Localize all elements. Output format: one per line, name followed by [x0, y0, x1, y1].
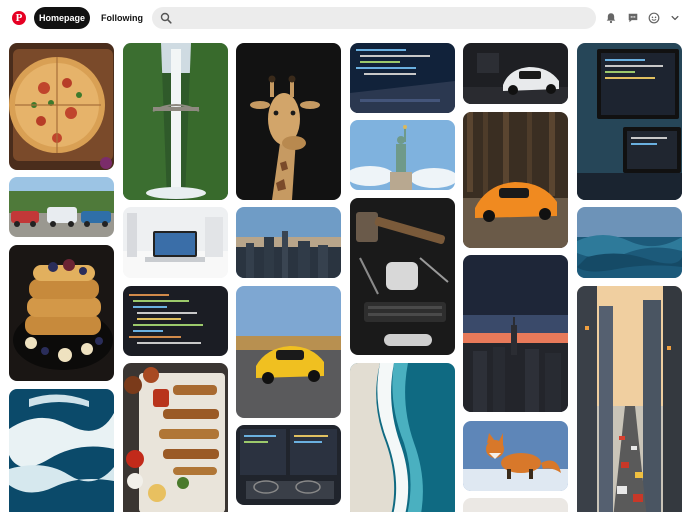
pin-city-sunset[interactable]	[463, 255, 568, 412]
pin-statue-of-liberty[interactable]	[350, 120, 455, 190]
pin-pizza[interactable]	[9, 43, 114, 170]
pin-french-toast[interactable]	[9, 245, 114, 381]
pin-fox-snow[interactable]	[463, 421, 568, 491]
pin-keyboard-code[interactable]	[350, 43, 455, 113]
pin-food-platter[interactable]	[123, 363, 228, 512]
pin-city-dusk[interactable]	[236, 207, 341, 278]
pin-city-street[interactable]	[577, 286, 682, 512]
pin-tools-desk[interactable]	[350, 198, 455, 355]
pin-waterfall[interactable]	[123, 43, 228, 200]
pin-desk-laptop[interactable]	[123, 207, 228, 278]
pin-computer-monitors[interactable]	[577, 43, 682, 200]
pin-ocean-wave[interactable]	[577, 207, 682, 278]
pin-partial-bottom[interactable]	[463, 498, 568, 512]
pin-yellow-car[interactable]	[236, 286, 341, 418]
pin-aerial-beach[interactable]	[350, 363, 455, 512]
pin-white-car-night[interactable]	[463, 43, 568, 104]
pin-feed	[0, 0, 688, 512]
pin-giraffe[interactable]	[236, 43, 341, 200]
pin-vintage-cars[interactable]	[9, 177, 114, 237]
pin-ocean-waves-aerial[interactable]	[9, 389, 114, 512]
pin-laptop-code[interactable]	[236, 425, 341, 505]
pin-code-screen[interactable]	[123, 286, 228, 356]
pin-orange-car-forest[interactable]	[463, 112, 568, 248]
